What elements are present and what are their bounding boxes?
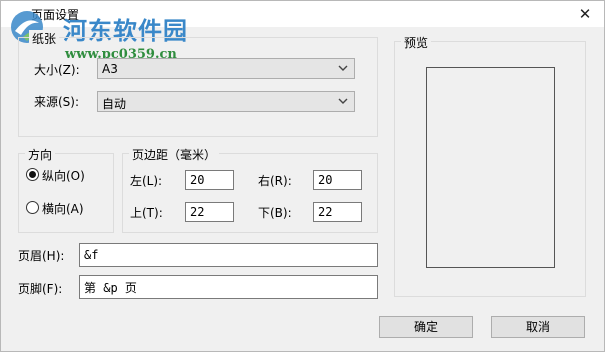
orientation-group-label: 方向 [25,146,56,163]
close-icon[interactable]: ✕ [574,3,596,25]
margin-top-input[interactable] [185,202,234,222]
margin-bottom-label: 下(B): [258,206,292,220]
margin-right-label: 右(R): [258,174,292,188]
margin-top-label: 上(T): [130,206,163,220]
margin-left-label: 左(L): [130,174,163,188]
cancel-button[interactable]: 取消 [491,316,585,338]
margin-left-input[interactable] [185,170,234,190]
paper-size-value: A3 [102,62,118,76]
paper-source-select[interactable]: 自动 [97,91,355,112]
portrait-radio[interactable] [26,168,39,181]
paper-size-label: 大小(Z): [34,63,80,77]
header-input[interactable] [79,243,378,267]
orientation-group: 方向 [18,146,114,233]
landscape-radio[interactable] [26,201,39,214]
paper-group: 纸张 [18,30,378,137]
paper-group-label: 纸张 [29,30,60,47]
margin-bottom-input[interactable] [313,202,362,222]
header-label: 页眉(H): [18,249,65,263]
page-setup-dialog: 页面设置 ✕ 河东软件园 www.pc0359.cn 纸张 大小(Z): A3 … [0,0,605,352]
margins-group-label: 页边距（毫米） [129,146,220,163]
preview-page [426,67,555,268]
chevron-down-icon [338,65,348,71]
preview-group-label: 预览 [401,34,432,51]
margin-right-input[interactable] [313,170,362,190]
paper-size-select[interactable]: A3 [97,58,355,79]
portrait-radio-label[interactable]: 纵向(O) [42,167,85,184]
ok-button[interactable]: 确定 [379,316,473,338]
footer-input[interactable] [79,275,378,299]
footer-label: 页脚(F): [18,282,63,296]
landscape-radio-label[interactable]: 横向(A) [42,200,84,217]
paper-source-value: 自动 [102,97,127,111]
chevron-down-icon [338,98,348,104]
paper-source-label: 来源(S): [34,95,80,109]
